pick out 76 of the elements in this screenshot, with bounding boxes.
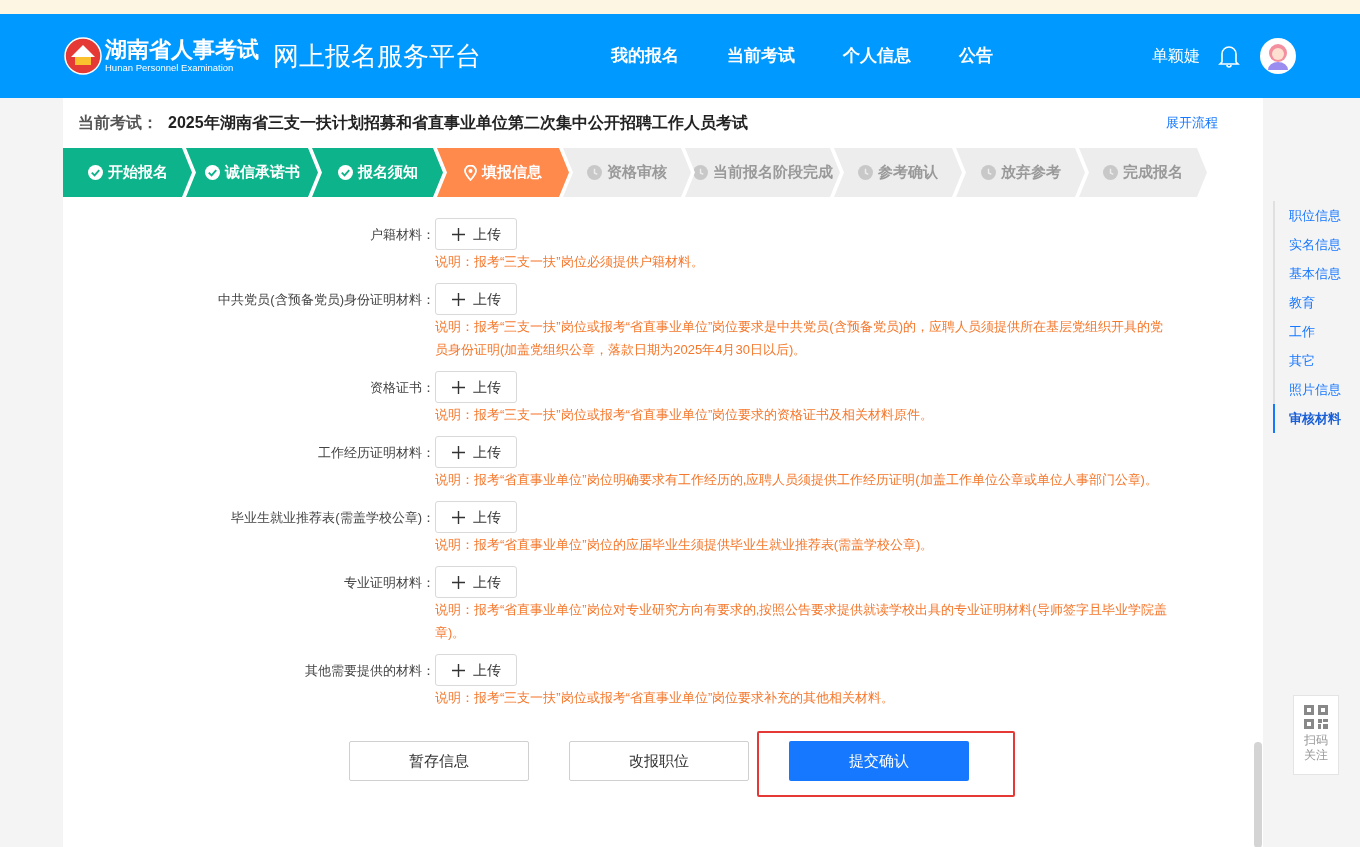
progress-step: 报名须知	[312, 148, 443, 197]
location-pin-icon	[464, 164, 477, 181]
plus-icon	[451, 663, 465, 677]
upload-button[interactable]: 上传	[435, 283, 517, 315]
clock-icon	[980, 165, 996, 180]
field-label: 其他需要提供的材料：	[305, 662, 435, 680]
upload-note: 说明：报考“省直事业单位”岗位明确要求有工作经历的,应聘人员须提供工作经历证明(加盖工作单位公章或单位人事部门公章)。	[435, 471, 1159, 489]
field-label: 工作经历证明材料：	[318, 444, 435, 462]
upload-button[interactable]: 上传	[435, 501, 517, 533]
upload-note: 说明：报考“省直事业单位”岗位的应届毕业生须提供毕业生就业推荐表(需盖学校公章)。	[435, 536, 935, 554]
progress-step: 开始报名	[63, 148, 192, 197]
exam-title: 2025年湖南省三支一扶计划招募和省直事业单位第二次集中公开招聘工作人员考试	[168, 113, 748, 133]
nav-link[interactable]: 公告	[959, 43, 993, 69]
upload-note: 说明：报考“三支一扶”岗位或报考“省直事业单位”岗位要求补充的其他相关材料。	[435, 689, 896, 707]
section-link[interactable]: 其它	[1275, 346, 1341, 375]
bell-icon[interactable]	[1218, 44, 1240, 68]
upload-note: 说明：报考“三支一扶”岗位或报考“省直事业单位”岗位要求的资格证书及相关材料原件。	[435, 406, 935, 424]
qr-code-icon	[1304, 705, 1328, 729]
upload-button[interactable]: 上传	[435, 436, 517, 468]
clock-icon	[587, 165, 602, 180]
progress-step: 资格审核	[563, 148, 691, 197]
section-link[interactable]: 实名信息	[1275, 230, 1341, 259]
clock-icon	[858, 165, 873, 180]
field-label: 毕业生就业推荐表(需盖学校公章)：	[231, 509, 435, 527]
upload-button[interactable]: 上传	[435, 371, 517, 403]
check-circle-icon	[204, 165, 220, 180]
progress-step: 填报信息	[437, 148, 569, 197]
user-name[interactable]: 单颖婕	[1152, 44, 1200, 68]
scrollbar-thumb[interactable]	[1254, 742, 1262, 847]
plus-icon	[451, 227, 465, 241]
progress-step: 放弃参考	[956, 148, 1085, 197]
progress-step: 完成报名	[1079, 148, 1207, 197]
plus-icon	[451, 510, 465, 524]
upload-note: 说明：报考“三支一扶”岗位必须提供户籍材料。	[435, 253, 705, 271]
nav-link[interactable]: 我的报名	[611, 43, 679, 69]
section-link[interactable]: 审核材料	[1273, 404, 1341, 433]
check-circle-icon	[87, 165, 103, 180]
upload-note: 说明：报考“省直事业单位”岗位对专业研究方向有要求的,按照公告要求提供就读学校出具的专业证明材料(导师签字且毕业学院盖章)。	[435, 601, 1168, 642]
section-link[interactable]: 教育	[1275, 288, 1341, 317]
upload-button[interactable]: 上传	[435, 218, 517, 250]
upload-button[interactable]: 上传	[435, 566, 517, 598]
progress-step: 当前报名阶段完成	[685, 148, 840, 197]
qr-follow-panel[interactable]: 扫码 关注	[1293, 695, 1339, 775]
expand-process-link[interactable]: 展开流程	[1166, 113, 1218, 133]
plus-icon	[451, 292, 465, 306]
clock-icon	[692, 165, 708, 180]
logo-icon	[64, 37, 102, 75]
exam-label: 当前考试：	[78, 113, 158, 133]
section-link[interactable]: 照片信息	[1275, 375, 1341, 404]
section-link[interactable]: 工作	[1275, 317, 1341, 346]
field-label: 户籍材料：	[370, 226, 435, 244]
progress-step: 诚信承诺书	[186, 148, 318, 197]
field-label: 资格证书：	[370, 379, 435, 397]
plus-icon	[451, 445, 465, 459]
qr-label: 关注	[1304, 748, 1328, 763]
avatar[interactable]	[1260, 38, 1296, 74]
logo-title: 湖南省人事考试	[105, 39, 259, 62]
action-button[interactable]: 暂存信息	[349, 741, 529, 781]
progress-step: 参考确认	[834, 148, 962, 197]
section-link[interactable]: 基本信息	[1275, 259, 1341, 288]
clock-icon	[1103, 165, 1118, 180]
check-circle-icon	[337, 165, 353, 180]
field-label: 中共党员(含预备党员)身份证明材料：	[218, 291, 435, 309]
submit-button[interactable]: 提交确认	[789, 741, 969, 781]
plus-icon	[451, 575, 465, 589]
upload-note: 说明：报考“三支一扶”岗位或报考“省直事业单位”岗位要求是中共党员(含预备党员)的，应聘人员须提供所在基层党组织开具的党员身份证明(加盖党组织公章，落款日期为2025年4月30日以后)。	[435, 318, 1164, 359]
upload-button[interactable]: 上传	[435, 654, 517, 686]
platform-title: 网上报名服务平台	[273, 39, 481, 73]
action-button[interactable]: 改报职位	[569, 741, 749, 781]
qr-label: 扫码	[1304, 733, 1328, 748]
nav-link[interactable]: 当前考试	[727, 43, 795, 69]
section-link[interactable]: 职位信息	[1275, 201, 1341, 230]
logo-subtitle: Hunan Personnel Examination	[105, 63, 235, 73]
nav-link[interactable]: 个人信息	[843, 43, 911, 69]
field-label: 专业证明材料：	[344, 574, 435, 592]
plus-icon	[451, 380, 465, 394]
